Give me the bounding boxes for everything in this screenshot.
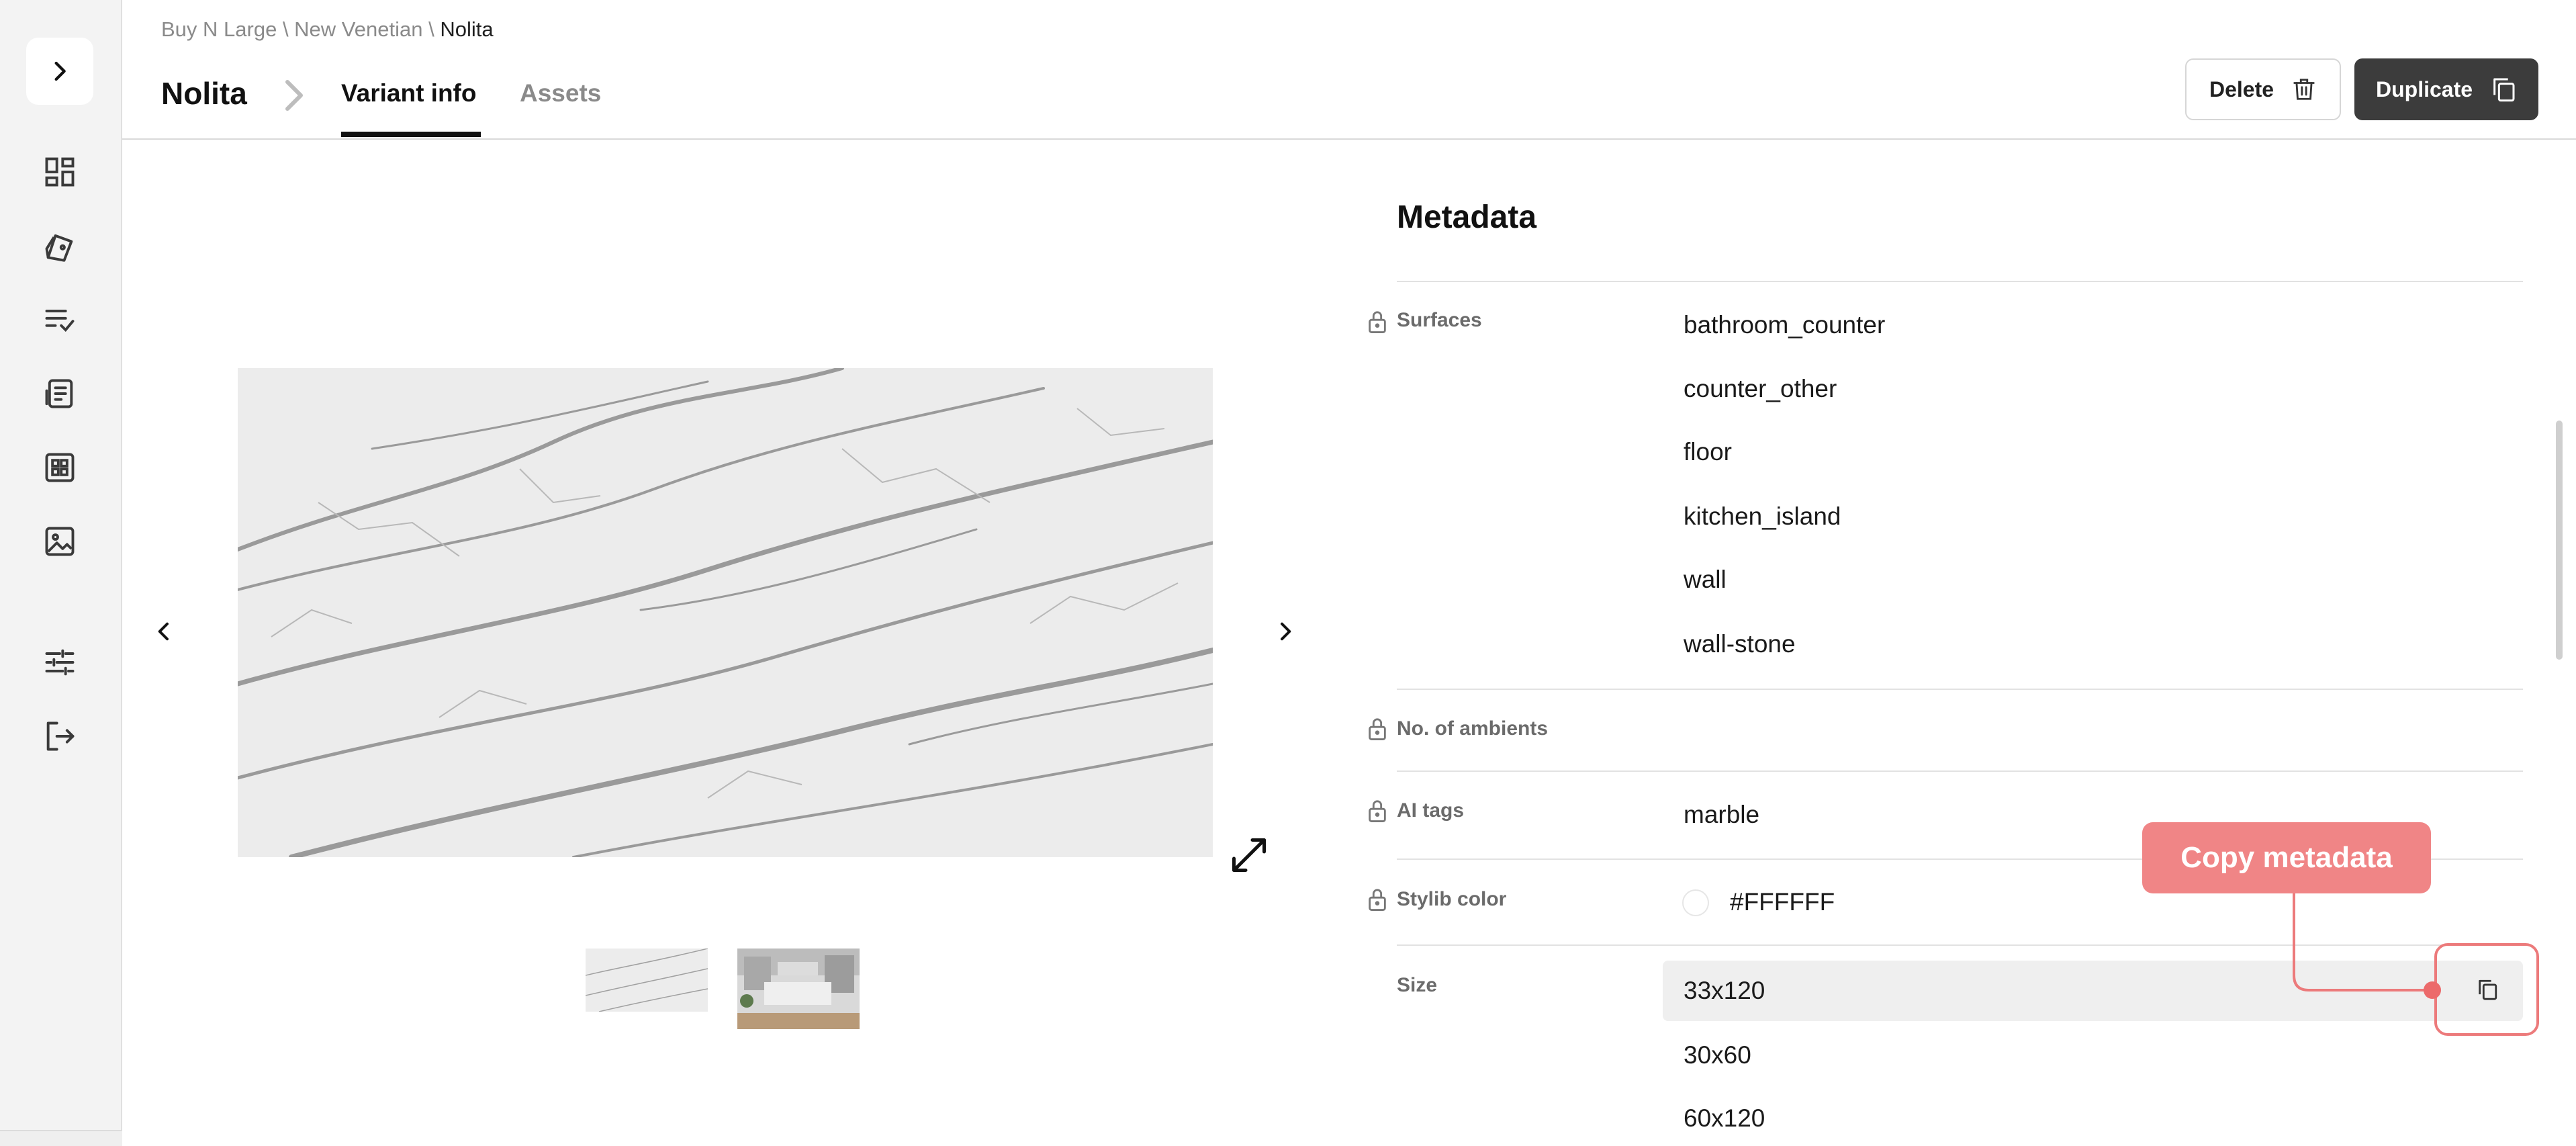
copy-metadata-tooltip: Copy metadata [2142, 822, 2431, 893]
stylib-color-value: #FFFFFF [1730, 888, 1835, 916]
chevron-right-icon [1281, 622, 1291, 641]
sidebar-item-orders[interactable] [37, 371, 83, 416]
surface-value: kitchen_island [1684, 502, 1841, 530]
lock-icon [1369, 889, 1386, 911]
chevron-right-icon [54, 61, 66, 81]
chevron-left-icon [158, 622, 169, 641]
orders-icon [45, 379, 73, 408]
size-row-highlight[interactable] [1663, 961, 2523, 1021]
sidebar-item-apps[interactable] [37, 445, 83, 490]
breadcrumb-current: Nolita [440, 17, 494, 41]
sliders-icon [45, 649, 75, 676]
expand-icon[interactable] [1229, 835, 1269, 875]
sidebar-item-logout[interactable] [37, 713, 83, 759]
divider [1397, 770, 2523, 772]
sidebar-item-dashboard[interactable] [37, 149, 83, 195]
surface-value: floor [1684, 438, 1732, 466]
surface-value: wall-stone [1684, 630, 1796, 658]
breadcrumb-separator: \ [422, 17, 441, 41]
lock-icon [1369, 311, 1386, 333]
thumbnail-marble-slab[interactable] [586, 949, 708, 1012]
sidebar-item-settings[interactable] [37, 640, 83, 685]
surfaces-label: Surfaces [1397, 309, 1482, 331]
active-tab-indicator [341, 132, 481, 137]
divider [1397, 281, 2523, 282]
previous-image-button[interactable] [144, 611, 184, 652]
dashboard-icon [45, 157, 75, 187]
divider [1397, 944, 2523, 946]
ai-tag-value: marble [1684, 801, 1760, 828]
breadcrumb-item[interactable]: Buy N Large [161, 17, 277, 41]
color-swatch [1682, 889, 1709, 916]
duplicate-button-label: Duplicate [2375, 77, 2473, 101]
image-icon [45, 527, 75, 556]
surface-value: bathroom_counter [1684, 311, 1886, 339]
chevron-right-icon [285, 80, 303, 111]
scrollbar[interactable] [2556, 421, 2563, 660]
stylib-color-label: Stylib color [1397, 888, 1507, 910]
metadata-title: Metadata [1397, 200, 1537, 235]
copy-button-highlight [2434, 943, 2539, 1036]
lock-icon [1369, 800, 1386, 822]
size-label: Size [1397, 974, 1438, 996]
delete-button-label: Delete [2209, 77, 2274, 101]
breadcrumb: Buy N Large \ New Venetian \ Nolita [161, 17, 494, 42]
duplicate-button[interactable]: Duplicate [2354, 58, 2538, 120]
sidebar-footer [0, 1130, 122, 1146]
size-value: 30x60 [1684, 1041, 1751, 1069]
size-value: 33x120 [1684, 977, 1765, 1004]
lock-icon [1369, 718, 1386, 740]
ai-tags-label: AI tags [1397, 799, 1465, 822]
divider [1397, 689, 2523, 690]
ambients-label: No. of ambients [1397, 717, 1549, 740]
sidebar-item-images[interactable] [37, 519, 83, 564]
header: Buy N Large \ New Venetian \ Nolita Noli… [122, 0, 2576, 140]
logout-icon [46, 721, 75, 751]
sidebar-item-swatches[interactable] [37, 223, 83, 269]
grid-apps-icon [45, 453, 75, 482]
swatch-catalog-icon [45, 234, 73, 262]
copy-icon [2493, 78, 2515, 102]
trash-icon [2293, 79, 2315, 100]
breadcrumb-item[interactable]: New Venetian [294, 17, 422, 41]
thumbnail-kitchen-scene[interactable] [737, 949, 860, 1029]
sidebar [0, 0, 122, 1146]
delete-button[interactable]: Delete [2185, 58, 2341, 120]
surface-value: wall [1684, 566, 1727, 593]
next-image-button[interactable] [1265, 611, 1305, 652]
breadcrumb-separator: \ [277, 17, 295, 41]
tab-assets[interactable]: Assets [520, 79, 601, 107]
checklist-icon [45, 310, 75, 333]
page-title: Nolita [161, 76, 247, 111]
sidebar-item-checklist[interactable] [37, 297, 83, 343]
tab-variant-info[interactable]: Variant info [341, 79, 476, 107]
main-variant-image [238, 368, 1213, 857]
surface-value: counter_other [1684, 375, 1837, 402]
sidebar-toggle-button[interactable] [26, 38, 93, 105]
size-value: 60x120 [1684, 1104, 1765, 1132]
